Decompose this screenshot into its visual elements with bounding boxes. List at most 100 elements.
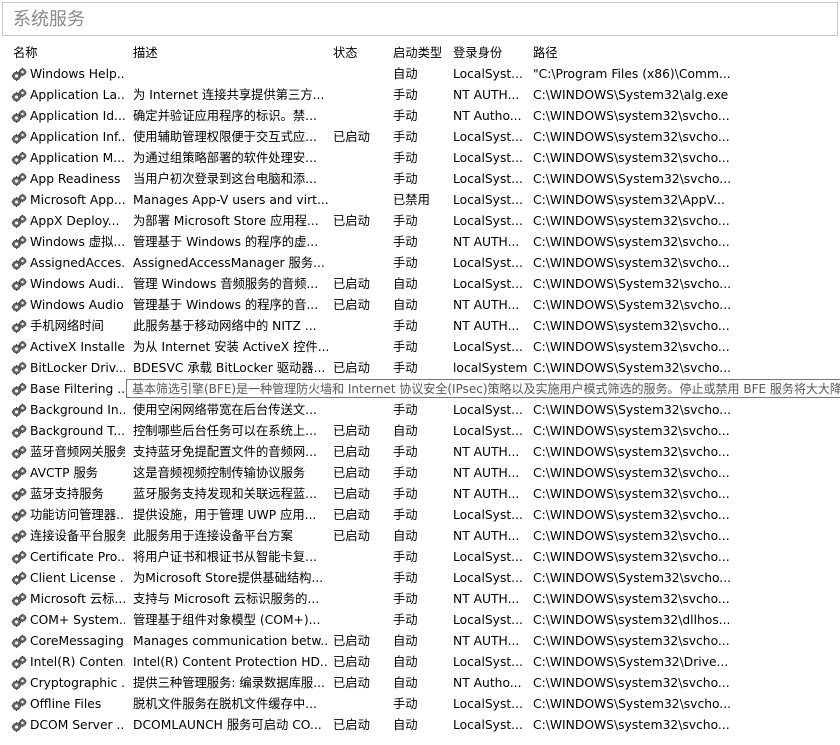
table-row[interactable]: Cryptographic ... 提供三种管理服务: 编录数据库服... 已启… (0, 673, 840, 694)
service-name: Microsoft 云标... (30, 592, 125, 606)
gear-pair-icon (11, 214, 27, 228)
service-path: C:\WINDOWS\system32\svcho... (533, 340, 730, 354)
service-name-cell: App Readiness (11, 169, 125, 190)
service-path: C:\WINDOWS\system32\svcho... (533, 718, 730, 732)
gear-pair-icon (11, 655, 27, 669)
service-name-cell: Intel(R) Conten... (11, 652, 125, 673)
column-header-logon-as[interactable]: 登录身份 (453, 42, 529, 64)
table-row[interactable]: AVCTP 服务 这是音频视频控制传输协议服务 已启动 手动 NT AUTH..… (0, 463, 840, 484)
service-name: AssignedAcces... (30, 256, 125, 270)
service-logon-as: LocalSyst... (453, 403, 523, 417)
service-name: Offline Files (30, 697, 102, 711)
service-logon-as: NT AUTH... (453, 445, 520, 459)
service-name: AppX Deploy... (30, 214, 120, 228)
service-startup-type: 手动 (393, 256, 418, 270)
service-name-cell: COM+ System... (11, 610, 125, 631)
service-status: 已启动 (333, 676, 370, 690)
service-status (333, 694, 387, 715)
table-row[interactable]: Background In... 使用空闲网络带宽在后台传送文... 手动 Lo… (0, 400, 840, 421)
service-startup-type: 手动 (393, 697, 418, 711)
service-name-cell: Offline Files (11, 694, 125, 715)
table-row[interactable]: ActiveX Installe... 为从 Internet 安装 Activ… (0, 337, 840, 358)
table-row[interactable]: 蓝牙音频网关服务 支持蓝牙免提配置文件的音频网... 已启动 手动 NT AUT… (0, 442, 840, 463)
service-name-cell: Application La... (11, 85, 125, 106)
search-input[interactable] (3, 3, 837, 35)
service-logon-as: LocalSyst... (453, 256, 523, 270)
table-row[interactable]: Application Id... 确定并验证应用程序的标识。禁... 手动 N… (0, 106, 840, 127)
column-header-description[interactable]: 描述 (133, 42, 328, 64)
service-name: 蓝牙音频网关服务 (30, 445, 125, 459)
table-row[interactable]: Windows Audio 管理基于 Windows 的程序的音... 已启动 … (0, 295, 840, 316)
service-name: 连接设备平台服务 (30, 529, 125, 543)
service-startup-type: 自动 (393, 718, 418, 732)
service-path: C:\WINDOWS\System32\svcho... (533, 361, 732, 375)
service-path: C:\WINDOWS\system32\svcho... (533, 130, 730, 144)
table-row[interactable]: Microsoft App... Manages App-V users and… (0, 190, 840, 211)
table-row[interactable]: Windows Help... 自动 LocalSyst... "C:\Prog… (0, 64, 840, 85)
gear-pair-icon (11, 361, 27, 375)
service-status (333, 400, 387, 421)
table-row[interactable]: Intel(R) Conten... Intel(R) Content Prot… (0, 652, 840, 673)
table-row[interactable]: Background T... 控制哪些后台任务可以在系统上... 已启动 自动… (0, 421, 840, 442)
table-row[interactable]: DCOM Server ... DCOMLAUNCH 服务可启动 CO... 已… (0, 715, 840, 736)
service-status: 已启动 (333, 214, 370, 228)
service-logon-as: LocalSyst... (453, 571, 523, 585)
table-row[interactable]: Base Filtering ... 基本筛选引擎(BFE)是一种管理防火墙和 … (0, 379, 840, 400)
service-status: 已启动 (333, 424, 370, 438)
service-name-cell: Client License ... (11, 568, 125, 589)
table-row[interactable]: Windows Audi... 管理 Windows 音频服务的音频... 已启… (0, 274, 840, 295)
service-name-cell: 蓝牙音频网关服务 (11, 442, 125, 463)
service-logon-as: LocalSyst... (453, 424, 523, 438)
table-row[interactable]: Application La... 为 Internet 连接共享提供第三方..… (0, 85, 840, 106)
service-startup-type: 手动 (393, 88, 418, 102)
service-name-cell: CoreMessaging (11, 631, 125, 652)
service-status: 已启动 (333, 718, 370, 732)
column-header-status[interactable]: 状态 (333, 42, 387, 64)
table-body: Windows Help... 自动 LocalSyst... "C:\Prog… (0, 64, 840, 736)
table-row[interactable]: 蓝牙支持服务 蓝牙服务支持发现和关联远程蓝... 已启动 手动 NT AUTH.… (0, 484, 840, 505)
table-row[interactable]: Microsoft 云标... 支持与 Microsoft 云标识服务的... … (0, 589, 840, 610)
service-startup-type: 自动 (393, 676, 418, 690)
table-row[interactable]: BitLocker Driv... BDESVC 承载 BitLocker 驱动… (0, 358, 840, 379)
service-name: Microsoft App... (30, 193, 125, 207)
search-box[interactable] (2, 2, 838, 36)
service-logon-as: LocalSyst... (453, 151, 523, 165)
service-status (333, 589, 387, 610)
gear-pair-icon (11, 382, 27, 396)
table-row[interactable]: App Readiness 当用户初次登录到这台电脑和添... 手动 Local… (0, 169, 840, 190)
service-status: 已启动 (333, 508, 370, 522)
service-logon-as: NT Autho... (453, 109, 522, 123)
table-row[interactable]: Offline Files 脱机文件服务在脱机文件缓存中... 手动 Local… (0, 694, 840, 715)
column-header-path[interactable]: 路径 (533, 42, 840, 64)
service-startup-type: 手动 (393, 214, 418, 228)
table-row[interactable]: 功能访问管理器... 提供设施，用于管理 UWP 应用... 已启动 手动 Lo… (0, 505, 840, 526)
table-row[interactable]: 连接设备平台服务 此服务用于连接设备平台方案 已启动 自动 NT AUTH...… (0, 526, 840, 547)
service-logon-as: NT AUTH... (453, 592, 520, 606)
service-logon-as: LocalSyst... (453, 508, 523, 522)
service-name-cell: Cryptographic ... (11, 673, 125, 694)
service-name: Windows Audio (30, 298, 124, 312)
service-path: C:\WINDOWS\system32\svcho... (533, 508, 730, 522)
table-row[interactable]: Client License ... 为Microsoft Store提供基础结… (0, 568, 840, 589)
service-logon-as: NT AUTH... (453, 466, 520, 480)
service-description: 为部署 Microsoft Store 应用程... (133, 214, 319, 228)
table-row[interactable]: AssignedAcces... AssignedAccessManager 服… (0, 253, 840, 274)
table-row[interactable]: Application M... 为通过组策略部署的软件处理安... 手动 Lo… (0, 148, 840, 169)
table-row[interactable]: Windows 虚拟... 管理基于 Windows 的程序的虚... 手动 N… (0, 232, 840, 253)
table-row[interactable]: Certificate Pro... 将用户证书和根证书从智能卡复... 手动 … (0, 547, 840, 568)
service-name-cell: Windows Help... (11, 64, 125, 85)
column-header-name[interactable]: 名称 (13, 42, 127, 64)
service-name-cell: Application M... (11, 148, 125, 169)
column-header-startup-type[interactable]: 启动类型 (393, 42, 448, 64)
service-path: C:\WINDOWS\system32\svcho... (533, 550, 730, 564)
service-status (333, 106, 387, 127)
table-row[interactable]: COM+ System... 管理基于组件对象模型 (COM+)... 手动 L… (0, 610, 840, 631)
service-status: 已启动 (333, 655, 370, 669)
service-name: Application M... (30, 151, 125, 165)
service-description: AssignedAccessManager 服务... (133, 256, 325, 270)
service-name: 蓝牙支持服务 (30, 487, 104, 501)
table-row[interactable]: Application Inf... 使用辅助管理权限便于交互式应... 已启动… (0, 127, 840, 148)
table-row[interactable]: CoreMessaging Manages communication betw… (0, 631, 840, 652)
table-row[interactable]: 手机网络时间 此服务基于移动网络中的 NITZ ... 手动 NT AUTH..… (0, 316, 840, 337)
table-row[interactable]: AppX Deploy... 为部署 Microsoft Store 应用程..… (0, 211, 840, 232)
